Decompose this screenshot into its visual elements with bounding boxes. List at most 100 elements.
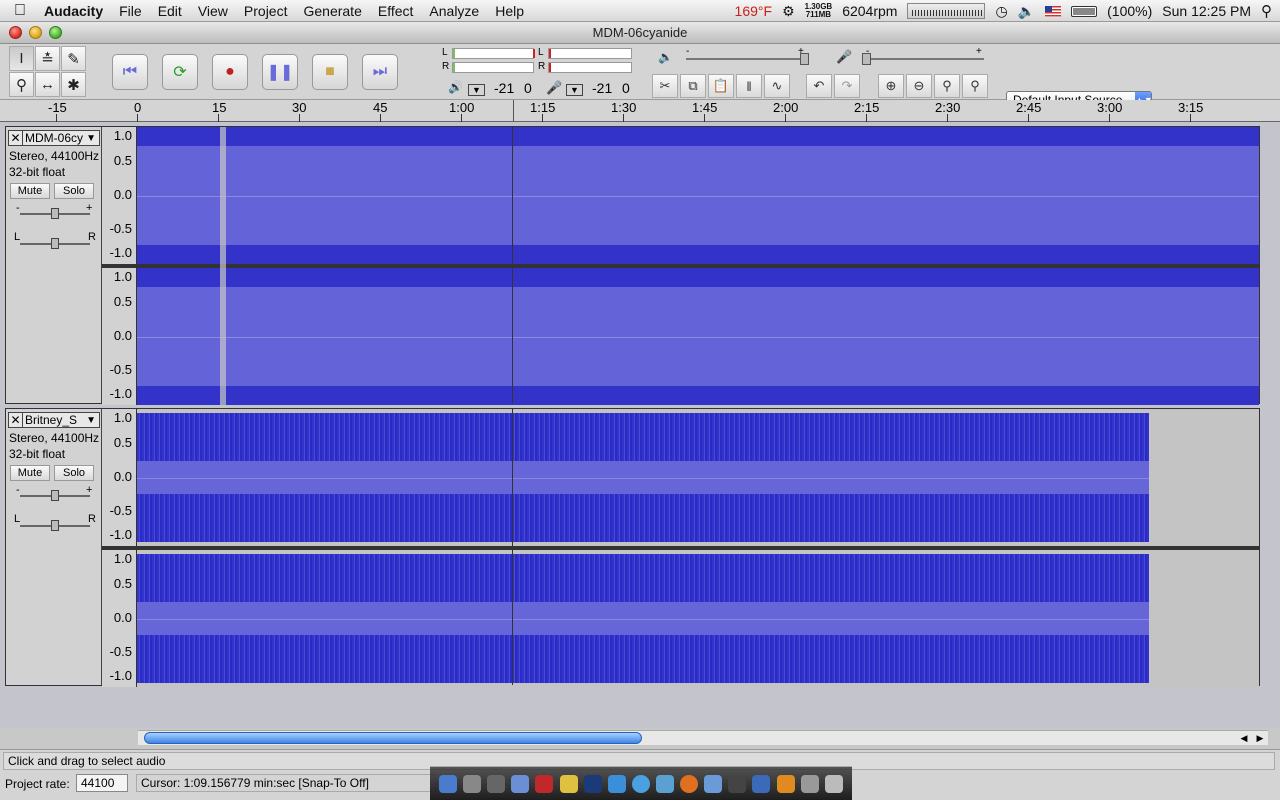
input-menu-flag-icon[interactable] [1045,5,1062,17]
scrollbar-thumb[interactable] [144,732,642,744]
output-meter-right[interactable] [452,62,534,73]
solo-button[interactable]: Solo [54,183,94,199]
output-meter-left[interactable] [452,48,535,59]
record-button[interactable]: ● [212,54,248,90]
calendar-icon[interactable] [535,774,554,793]
skip-to-end-button[interactable]: ⏭ [362,54,398,90]
users-icon[interactable] [704,774,723,793]
cpu-graph-icon[interactable] [907,3,986,19]
documents-icon[interactable] [800,774,819,793]
safari-icon[interactable] [631,774,650,793]
input-meter-left[interactable] [548,48,632,59]
selection-tool-icon[interactable]: I [9,46,34,71]
input-volume-slider[interactable] [862,53,984,65]
gain-slider[interactable]: - + [16,484,92,501]
copy-button[interactable]: ⧉ [680,74,706,98]
output-volume-slider[interactable] [686,53,809,65]
temperature-readout[interactable]: 169°F [735,3,773,19]
trim-button[interactable]: ‖ [736,74,762,98]
output-volume-knob[interactable] [800,53,809,65]
finder-icon[interactable] [439,774,458,793]
minimize-window-button[interactable] [29,26,42,39]
pan-slider[interactable]: L R [14,513,96,531]
silence-button[interactable]: ∿ [764,74,790,98]
itunes-icon[interactable] [656,774,675,793]
mute-button[interactable]: Mute [10,183,50,199]
output-meter-menu-icon[interactable]: ▼ [468,84,485,96]
envelope-tool-icon[interactable]: ≛ [35,46,60,71]
gain-knob[interactable] [51,490,59,501]
speaker-icon[interactable]: 🔊 [448,80,463,94]
wifi-icon[interactable]: ◷ [995,3,1007,20]
menu-help[interactable]: Help [487,3,532,19]
menu-analyze[interactable]: Analyze [421,3,487,19]
pan-slider[interactable]: L R [14,231,96,249]
menu-effect[interactable]: Effect [370,3,422,19]
pause-button[interactable]: ❚❚ [262,54,298,90]
scroll-arrows[interactable]: ◀ ▶ [1236,731,1268,746]
input-meter-right[interactable] [548,62,632,73]
utility-icon[interactable] [728,774,747,793]
close-window-button[interactable] [9,26,22,39]
audio-track-britney[interactable]: ✕ Britney_S ▼ Stereo, 44100Hz 32-bit flo… [5,408,1260,687]
cut-button[interactable]: ✂ [652,74,678,98]
menu-edit[interactable]: Edit [150,3,190,19]
stop-button[interactable]: ■ [312,54,348,90]
menu-file[interactable]: File [111,3,150,19]
close-track-icon[interactable]: ✕ [9,131,23,145]
paste-button[interactable]: 📋 [708,74,734,98]
waveform-right-channel[interactable] [137,268,1259,405]
pan-knob[interactable] [51,520,59,531]
zoom-window-button[interactable] [49,26,62,39]
multi-tool-icon[interactable]: ✱ [61,72,86,97]
redo-button[interactable]: ↷ [834,74,860,98]
fit-project-button[interactable]: ⚲ [962,74,988,98]
input-meter-menu-icon[interactable]: ▼ [566,84,583,96]
calculator-icon[interactable] [487,774,506,793]
memory-readout[interactable]: 1.30GB 711MB [805,3,833,19]
draw-tool-icon[interactable]: ✎ [61,46,86,71]
fan-speed-readout[interactable]: 6204rpm [842,3,897,19]
zoom-out-button[interactable]: ⊖ [906,74,932,98]
track-name-menu[interactable]: ✕ MDM-06cy ▼ [8,130,100,146]
vertical-scale[interactable]: 1.0 0.5 0.0 -0.5 -1.0 [102,409,137,546]
vertical-scale[interactable]: 1.0 0.5 0.0 -0.5 -1.0 [102,127,137,264]
solo-button[interactable]: Solo [54,465,94,481]
gain-slider[interactable]: - + [16,202,92,219]
gain-knob[interactable] [51,208,59,219]
spotlight-search-icon[interactable]: ⚲ [1261,2,1272,20]
timeline-ruler[interactable]: -15 0 15 30 45 1:00 1:15 1:30 1:45 2:00 … [0,100,1280,122]
menu-generate[interactable]: Generate [295,3,369,19]
vertical-scale[interactable]: 1.0 0.5 0.0 -0.5 -1.0 [102,550,137,687]
clock[interactable]: Sun 12:25 PM [1162,3,1251,19]
skip-to-start-button[interactable]: ⏮ [112,54,148,90]
volume-icon[interactable]: 🔈 [1018,3,1035,20]
microphone-icon[interactable]: 🎤 [546,80,562,96]
mute-button[interactable]: Mute [10,465,50,481]
undo-button[interactable]: ↶ [806,74,832,98]
menu-project[interactable]: Project [236,3,296,19]
fit-selection-button[interactable]: ⚲ [934,74,960,98]
download-icon[interactable] [607,774,626,793]
pan-knob[interactable] [51,238,59,249]
trash-icon[interactable] [824,774,843,793]
track-name-menu[interactable]: ✕ Britney_S ▼ [8,412,100,428]
scroll-right-icon[interactable]: ▶ [1257,733,1264,744]
track-control-panel[interactable]: ✕ MDM-06cy ▼ Stereo, 44100Hz 32-bit floa… [6,127,102,403]
audio-track-mdm[interactable]: ✕ MDM-06cy ▼ Stereo, 44100Hz 32-bit floa… [5,126,1260,405]
battery-icon[interactable] [1071,5,1098,17]
video-icon[interactable] [752,774,771,793]
firefox-icon[interactable] [680,774,699,793]
project-rate-select[interactable]: 44100 [76,774,128,792]
battery-percent[interactable]: (100%) [1107,3,1152,19]
notes-icon[interactable] [559,774,578,793]
audacity-icon[interactable] [776,774,795,793]
app-menu[interactable]: Audacity [40,3,111,19]
apple-menu-icon[interactable]:  [0,2,40,20]
menu-view[interactable]: View [190,3,236,19]
timeshift-tool-icon[interactable]: ↔ [35,72,60,97]
waveform-left-channel[interactable] [137,409,1259,546]
photoshop-icon[interactable] [583,774,602,793]
input-volume-knob[interactable] [862,53,871,65]
zoom-in-button[interactable]: ⊕ [878,74,904,98]
